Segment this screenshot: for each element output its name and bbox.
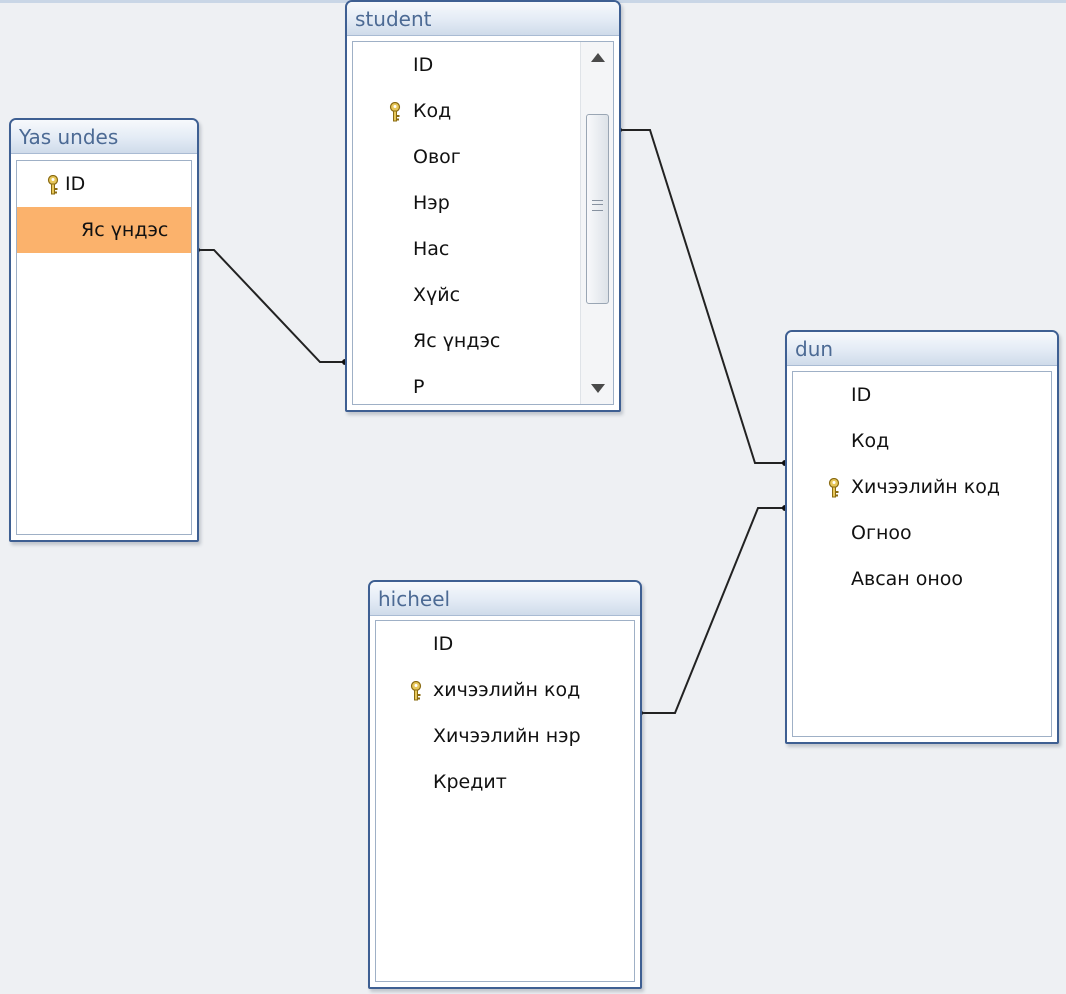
field-row-kod[interactable]: Код: [793, 418, 1051, 464]
key-icon: [828, 478, 840, 498]
key-icon: [389, 102, 401, 122]
scroll-thumb[interactable]: [586, 114, 609, 304]
table-title[interactable]: student: [347, 2, 619, 36]
field-label: ID: [433, 633, 454, 655]
field-label: Нас: [413, 238, 450, 260]
thumb-grip-icon: [592, 200, 603, 211]
field-list: ID Код Хичээлийн код Огноо Авсан оноо: [792, 371, 1052, 737]
field-row-id[interactable]: ID: [793, 372, 1051, 418]
field-row-ognoo[interactable]: Огноо: [793, 510, 1051, 556]
field-label: Хичээлийн код: [851, 476, 1000, 498]
field-row-nas[interactable]: Нас: [353, 226, 613, 272]
field-label: Код: [851, 430, 890, 452]
field-label: Код: [413, 100, 452, 122]
relationship-hicheel-dun[interactable]: [637, 505, 788, 716]
relationship-yas-undes-student[interactable]: [194, 247, 348, 365]
field-row-id[interactable]: ID: [353, 42, 613, 88]
field-label: ID: [413, 54, 434, 76]
field-label: Яс үндэс: [81, 219, 169, 241]
field-label: Кредит: [433, 771, 507, 793]
field-row-khuis[interactable]: Хүйс: [353, 272, 613, 318]
table-title[interactable]: hicheel: [370, 582, 640, 616]
field-list: ID Яс үндэс: [16, 160, 192, 535]
table-yas-undes[interactable]: Yas undes ID Яс үндэс: [9, 118, 199, 542]
field-label: ID: [65, 173, 86, 195]
scroll-up-button[interactable]: [581, 42, 613, 72]
field-label: Р: [413, 376, 425, 398]
relationship-student-dun[interactable]: [616, 127, 788, 466]
field-label: Овог: [413, 146, 461, 168]
table-title[interactable]: Yas undes: [11, 120, 197, 154]
relationship-line[interactable]: [197, 249, 345, 363]
field-label: Огноо: [851, 522, 912, 544]
field-row-id[interactable]: ID: [17, 161, 191, 207]
field-list: ID Код Овог Нэр Нас Хүйс Яс үндэс Р: [352, 41, 614, 405]
field-row-ner[interactable]: Нэр: [353, 180, 613, 226]
field-row-yas-undes[interactable]: Яс үндэс: [17, 207, 191, 253]
field-label: Авсан оноо: [851, 568, 964, 590]
field-row-kredit[interactable]: Кредит: [376, 759, 634, 805]
key-icon: [410, 681, 422, 701]
field-row-yas-undes[interactable]: Яс үндэс: [353, 318, 613, 364]
field-row-khicheeliin-ner[interactable]: Хичээлийн нэр: [376, 713, 634, 759]
scroll-down-button[interactable]: [581, 374, 613, 404]
field-row-ovog[interactable]: Овог: [353, 134, 613, 180]
field-list: ID хичээлийн код Хичээлийн нэр Кредит: [375, 620, 635, 982]
field-label: Яс үндэс: [413, 330, 501, 352]
field-label: Нэр: [413, 192, 450, 214]
vertical-scrollbar[interactable]: [580, 42, 613, 404]
table-dun[interactable]: dun ID Код Хичээлийн код Огноо Авсан оно…: [785, 330, 1059, 744]
field-row-avsan-onoo[interactable]: Авсан оноо: [793, 556, 1051, 602]
table-student[interactable]: student ID Код Овог Нэр Нас Хүйс Яс үндэ…: [345, 0, 621, 412]
field-label: Хүйс: [413, 284, 461, 306]
relationship-line[interactable]: [640, 507, 785, 714]
field-row-partial[interactable]: Р: [353, 364, 613, 404]
field-label: ID: [851, 384, 872, 406]
scroll-up-arrow-icon: [591, 53, 605, 62]
key-icon: [47, 175, 59, 195]
field-label: хичээлийн код: [433, 679, 581, 701]
relationship-line[interactable]: [619, 129, 785, 464]
field-row-khicheeliin-kod[interactable]: Хичээлийн код: [793, 464, 1051, 510]
field-row-khicheeliin-kod[interactable]: хичээлийн код: [376, 667, 634, 713]
field-row-kod[interactable]: Код: [353, 88, 613, 134]
scroll-down-arrow-icon: [591, 384, 605, 393]
field-row-id[interactable]: ID: [376, 621, 634, 667]
table-title[interactable]: dun: [787, 332, 1057, 366]
field-label: Хичээлийн нэр: [433, 725, 581, 747]
table-hicheel[interactable]: hicheel ID хичээлийн код Хичээлийн нэр К…: [368, 580, 642, 989]
